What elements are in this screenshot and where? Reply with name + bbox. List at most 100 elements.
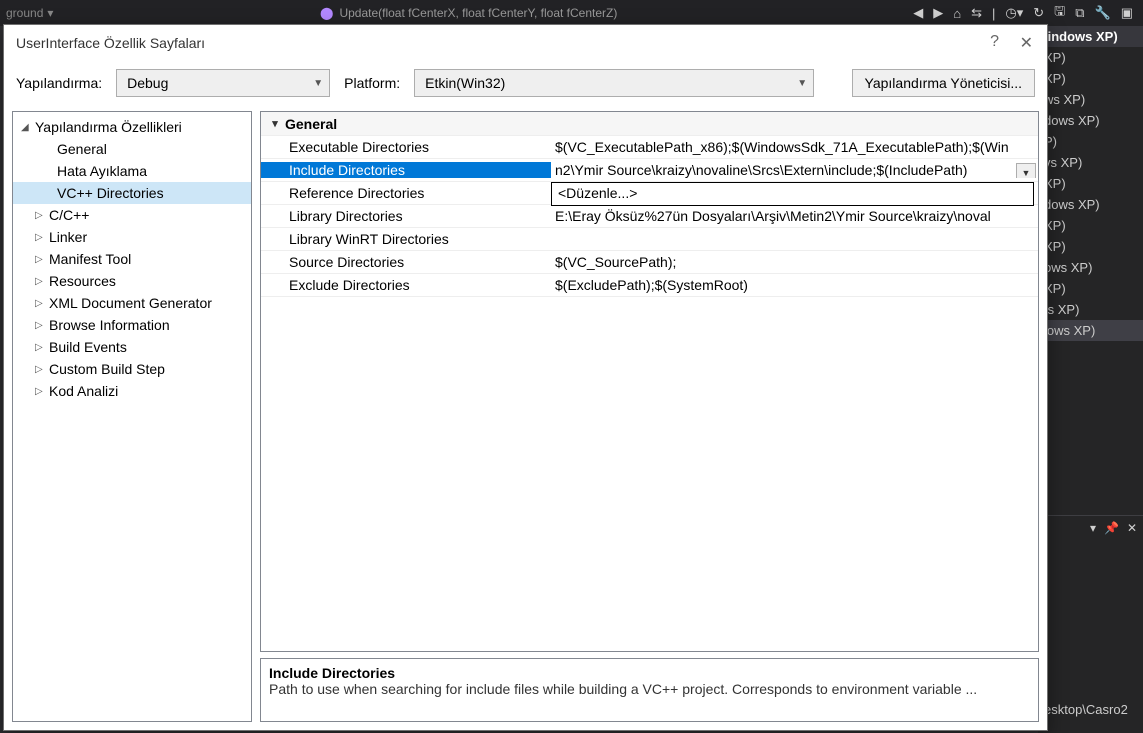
property-row[interactable]: Include Directoriesn2\Ymir Source\kraizy… [261,159,1038,182]
dialog-titlebar: UserInterface Özellik Sayfaları ? ✕ [4,25,1047,61]
top-left-text: ground [0,6,43,20]
expand-icon[interactable]: ▷ [35,298,49,309]
property-name: Library Directories [261,208,551,224]
configuration-value: Debug [127,75,168,91]
edit-dropdown-item[interactable]: <Düzenle...> [551,182,1034,206]
value-dropdown-button[interactable]: ▼ [1016,163,1036,178]
property-description: Include Directories Path to use when sea… [260,658,1039,722]
tree-node-label: Browse Information [49,317,170,333]
dropdown-icon[interactable]: ▾ [1090,521,1096,535]
property-value[interactable]: $(VC_ExecutablePath_x86);$(WindowsSdk_71… [551,139,1038,155]
separator: | [992,6,995,21]
solution-item[interactable]: lows XP) [1038,320,1143,341]
chevron-down-icon: ▾ [265,117,285,130]
platform-value: Etkin(Win32) [425,75,505,91]
solution-item[interactable]: /indows XP) [1038,26,1143,47]
solution-item[interactable]: XP) [1038,236,1143,257]
expand-icon[interactable]: ▷ [35,232,49,243]
pin-icon[interactable]: 📌 [1104,521,1119,535]
close-icon[interactable]: ✕ [1020,33,1033,53]
tree-node-label: Manifest Tool [49,251,131,267]
configuration-label: Yapılandırma: [16,75,102,91]
solution-item[interactable]: XP) [1038,68,1143,89]
dropdown-arrow-icon[interactable]: ▾ [47,6,53,20]
property-row[interactable]: Executable Directories$(VC_ExecutablePat… [261,136,1038,159]
close-panel-icon[interactable]: ✕ [1127,521,1137,535]
tree-node-label: Hata Ayıklama [57,163,147,179]
property-row[interactable]: Library WinRT Directories [261,228,1038,251]
property-name: Reference Directories [261,185,551,201]
history-icon[interactable]: ◷▾ [1005,5,1023,21]
properties-icon[interactable]: ▣ [1121,5,1133,21]
property-value[interactable]: $(VC_SourcePath); [551,254,1038,270]
solution-explorer-fragment: /indows XP) XP) XP)ws XP)dows XP)P)vs XP… [1038,26,1143,733]
save-all-icon[interactable]: 🖫 [1054,2,1065,24]
solution-item[interactable]: XP) [1038,278,1143,299]
expand-icon[interactable]: ▷ [35,320,49,331]
platform-combo[interactable]: Etkin(Win32) ▼ [414,69,814,97]
tree-node[interactable]: ▷Resources [13,270,251,292]
tree-node-label: Resources [49,273,116,289]
ide-toolbar: ◀ ▶ ⌂ ⇆ | ◷▾ ↻ 🖫 ⧉ 🔧 ▣ [913,2,1133,24]
property-grid[interactable]: ▾ General Executable Directories$(VC_Exe… [260,111,1039,652]
tree-node-label: Linker [49,229,87,245]
nav-fwd-icon[interactable]: ▶ [933,5,943,21]
expand-icon[interactable]: ▷ [35,254,49,265]
description-title: Include Directories [269,665,1030,681]
nav-back-icon[interactable]: ◀ [913,5,923,21]
tree-node[interactable]: ▷XML Document Generator [13,292,251,314]
collapse-icon[interactable]: ◢ [21,122,35,133]
grid-section-label: General [285,116,337,132]
tree-node[interactable]: ▷Build Events [13,336,251,358]
solution-item[interactable]: ows XP) [1038,257,1143,278]
chevron-down-icon: ▼ [797,78,807,89]
tree-node[interactable]: VC++ Directories [13,182,251,204]
tree-node[interactable]: General [13,138,251,160]
tree-node[interactable]: ▷Custom Build Step [13,358,251,380]
tree-node[interactable]: ▷C/C++ [13,204,251,226]
solution-item[interactable]: XP) [1038,215,1143,236]
tree-node-label: General [57,141,107,157]
solution-item[interactable]: XP) [1038,47,1143,68]
property-value[interactable]: $(ExcludePath);$(SystemRoot) [551,277,1038,293]
solution-item[interactable]: dows XP) [1038,194,1143,215]
property-pages-dialog: UserInterface Özellik Sayfaları ? ✕ Yapı… [3,24,1048,731]
solution-item[interactable]: dows XP) [1038,110,1143,131]
expand-icon[interactable]: ▷ [35,364,49,375]
expand-icon[interactable]: ▷ [35,386,49,397]
tree-node[interactable]: ▷Linker [13,226,251,248]
tree-node[interactable]: ▷Manifest Tool [13,248,251,270]
solution-item[interactable]: P) [1038,131,1143,152]
wrench-icon[interactable]: 🔧 [1095,5,1111,21]
configuration-combo[interactable]: Debug ▼ [116,69,330,97]
home-icon[interactable]: ⌂ [953,6,961,21]
expand-icon[interactable]: ▷ [35,276,49,287]
refresh-icon[interactable]: ↻ [1033,5,1044,21]
breadcrumb[interactable]: ⬤ Update(float fCenterX, float fCenterY,… [320,6,617,20]
configuration-manager-button[interactable]: Yapılandırma Yöneticisi... [852,69,1035,97]
property-value[interactable]: E:\Eray Öksüz%27ün Dosyaları\Arşiv\Metin… [551,208,1038,224]
solution-item[interactable]: vs XP) [1038,152,1143,173]
tree-root[interactable]: ◢ Yapılandırma Özellikleri [13,116,251,138]
tree-node[interactable]: ▷Kod Analizi [13,380,251,402]
tree-node[interactable]: ▷Browse Information [13,314,251,336]
help-icon[interactable]: ? [990,33,999,51]
property-name: Exclude Directories [261,277,551,293]
solution-item[interactable]: /s XP) [1038,299,1143,320]
sync-icon[interactable]: ⇆ [971,5,982,21]
config-tree[interactable]: ◢ Yapılandırma Özellikleri General Hata A… [12,111,252,722]
property-row[interactable]: Source Directories$(VC_SourcePath); [261,251,1038,274]
copy-icon[interactable]: ⧉ [1075,5,1084,21]
tree-node-label: VC++ Directories [57,185,164,201]
property-row[interactable]: Exclude Directories$(ExcludePath);$(Syst… [261,274,1038,297]
property-name: Library WinRT Directories [261,231,551,247]
property-row[interactable]: Library DirectoriesE:\Eray Öksüz%27ün Do… [261,205,1038,228]
description-body: Path to use when searching for include f… [269,681,1030,697]
grid-section-header[interactable]: ▾ General [261,112,1038,136]
expand-icon[interactable]: ▷ [35,210,49,221]
tree-node[interactable]: Hata Ayıklama [13,160,251,182]
solution-item[interactable]: XP) [1038,173,1143,194]
property-value[interactable]: n2\Ymir Source\kraizy\novaline\Srcs\Exte… [551,162,1038,178]
expand-icon[interactable]: ▷ [35,342,49,353]
solution-item[interactable]: ws XP) [1038,89,1143,110]
